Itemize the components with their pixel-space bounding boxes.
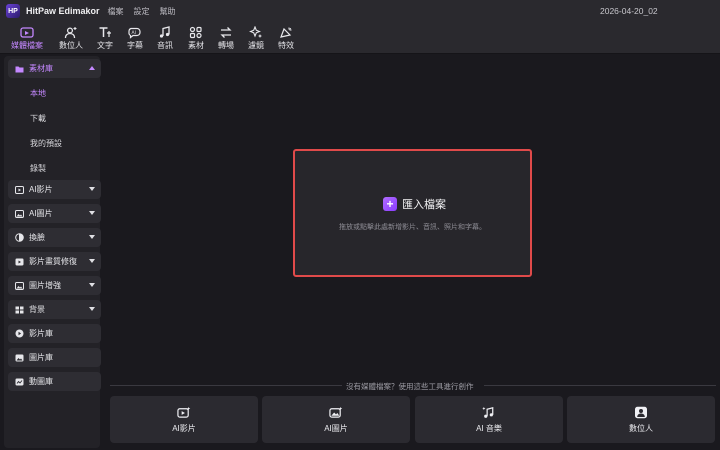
sidebar-image-enhance-label: 圖片增強	[29, 281, 61, 290]
text-icon	[98, 25, 112, 40]
video-icon	[15, 185, 24, 194]
picture-icon	[15, 353, 24, 362]
main-toolbar: 媒體檔案 數位人 文字 AI 字幕 音訊 素材 轉場 濾鏡 特效	[0, 22, 720, 54]
quick-ai-music-button[interactable]: AI 音樂	[415, 396, 563, 443]
ai-music-icon	[482, 406, 496, 420]
quick-digital-human-button[interactable]: 數位人	[567, 396, 715, 443]
tab-assets-label: 素材	[188, 41, 204, 50]
sidebar-sub-local[interactable]: 本地	[30, 88, 46, 99]
quick-ai-image-label: AI圖片	[324, 423, 348, 433]
media-icon	[20, 25, 34, 40]
sidebar-video-library-label: 影片庫	[29, 329, 53, 338]
tab-media-label: 媒體檔案	[11, 41, 43, 50]
sidebar-background[interactable]: 背景	[8, 300, 101, 319]
divider-left	[110, 385, 342, 386]
import-dropzone[interactable]: + 匯入檔案 拖放或點擊此處新增影片、音訊、照片和字幕。	[293, 149, 532, 277]
sidebar-library-label: 素材庫	[29, 64, 53, 73]
sidebar-gif-library[interactable]: 動圖庫	[8, 372, 101, 391]
sidebar-video-repair[interactable]: 影片畫質修復	[8, 252, 101, 271]
folder-icon	[15, 64, 24, 73]
sidebar-library[interactable]: 素材庫	[8, 59, 101, 78]
tab-subtitle-label: 字幕	[127, 41, 143, 50]
sidebar-video-repair-label: 影片畫質修復	[29, 257, 77, 266]
quick-ai-music-label: AI 音樂	[476, 423, 502, 433]
image-enhance-icon	[15, 281, 24, 290]
play-circle-icon	[15, 329, 24, 338]
tab-effects-label: 特效	[278, 41, 294, 50]
transition-icon	[219, 25, 233, 40]
ai-video-icon	[177, 406, 191, 420]
plus-icon: +	[383, 197, 397, 211]
assets-icon	[189, 25, 203, 40]
tab-audio-label: 音訊	[157, 41, 173, 50]
quick-ai-video-button[interactable]: AI影片	[110, 396, 258, 443]
sidebar-ai-image-label: AI圖片	[29, 209, 53, 218]
sidebar-face-swap[interactable]: 換臉	[8, 228, 101, 247]
quick-create-prompt: 沒有媒體檔案？使用這些工具進行創作	[346, 382, 474, 391]
chevron-down-icon	[89, 211, 95, 215]
chevron-down-icon	[89, 283, 95, 287]
title-bar: HP HitPaw Edimakor 檔案 設定 幫助 2026-04-20_0…	[0, 0, 720, 22]
menu-file[interactable]: 檔案	[108, 6, 124, 17]
chevron-down-icon	[89, 307, 95, 311]
sidebar-image-enhance[interactable]: 圖片增強	[8, 276, 101, 295]
quick-digital-human-label: 數位人	[629, 423, 653, 433]
app-title: HitPaw Edimakor	[26, 6, 100, 16]
sidebar-ai-video[interactable]: AI影片	[8, 180, 101, 199]
menu-help[interactable]: 幫助	[160, 6, 176, 17]
sidebar-face-swap-label: 換臉	[29, 233, 45, 242]
chevron-down-icon	[89, 235, 95, 239]
gif-icon	[15, 377, 24, 386]
sidebar-sub-download[interactable]: 下載	[30, 113, 46, 124]
face-swap-icon	[15, 233, 24, 242]
tab-avatar-label: 數位人	[59, 41, 83, 50]
ai-image-icon	[329, 406, 343, 420]
effects-icon	[279, 25, 293, 40]
tab-transition-label: 轉場	[218, 41, 234, 50]
sidebar-ai-video-label: AI影片	[29, 185, 53, 194]
app-logo: HP	[6, 4, 20, 18]
svg-text:AI: AI	[132, 30, 136, 36]
subtitle-icon: AI	[128, 25, 142, 40]
chevron-down-icon	[89, 187, 95, 191]
sidebar-video-library[interactable]: 影片庫	[8, 324, 101, 343]
chevron-up-icon	[89, 66, 95, 70]
music-icon	[158, 25, 172, 40]
tab-effects[interactable]: 特效	[266, 25, 306, 52]
quick-ai-image-button[interactable]: AI圖片	[262, 396, 410, 443]
quick-ai-video-label: AI影片	[172, 423, 196, 433]
tab-text-label: 文字	[97, 41, 113, 50]
dropzone-hint: 拖放或點擊此處新增影片、音訊、照片和字幕。	[339, 224, 486, 231]
background-icon	[15, 305, 24, 314]
tab-media[interactable]: 媒體檔案	[7, 25, 47, 52]
tab-filter-label: 濾鏡	[248, 41, 264, 50]
avatar-icon	[64, 25, 78, 40]
project-name: 2026-04-20_02	[600, 6, 658, 16]
sidebar-sub-presets[interactable]: 我的預設	[30, 138, 62, 149]
sidebar-image-library[interactable]: 圖片庫	[8, 348, 101, 367]
sidebar-sub-recording[interactable]: 錄製	[30, 163, 46, 174]
chevron-down-icon	[89, 259, 95, 263]
import-files-label: 匯入檔案	[402, 199, 446, 211]
filter-icon	[249, 25, 263, 40]
image-icon	[15, 209, 24, 218]
sidebar-image-library-label: 圖片庫	[29, 353, 53, 362]
digital-human-icon	[634, 406, 648, 420]
import-files-button[interactable]: + 匯入檔案	[383, 196, 446, 212]
sidebar-ai-image[interactable]: AI圖片	[8, 204, 101, 223]
menu-settings[interactable]: 設定	[134, 6, 150, 17]
media-sidebar: 素材庫 本地 下載 我的預設 錄製 AI影片 AI圖片 換臉 影片畫質修復 圖片…	[4, 56, 101, 448]
sidebar-gif-library-label: 動圖庫	[29, 377, 53, 386]
sidebar-background-label: 背景	[29, 305, 45, 314]
video-repair-icon	[15, 257, 24, 266]
divider-right	[484, 385, 716, 386]
